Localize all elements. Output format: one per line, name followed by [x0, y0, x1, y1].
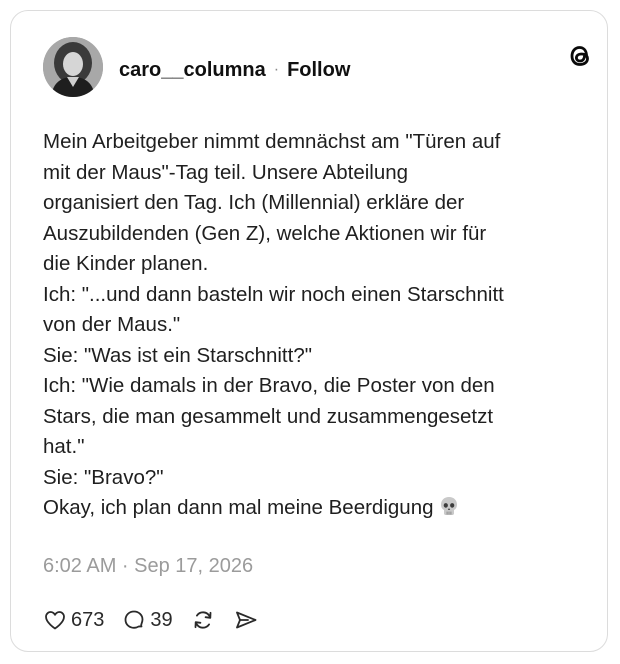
post-line: Ich: "Wie damals in der Bravo, die Poste… — [43, 374, 495, 397]
username-link[interactable]: caro__columna — [119, 59, 266, 82]
post-line: Sie: "Bravo?" — [43, 465, 164, 489]
post-text: Mein Arbeitgeber nimmt demnächst am "Tür… — [43, 127, 583, 524]
like-count: 673 — [71, 608, 105, 631]
separator-dot: · — [273, 61, 280, 78]
comment-icon — [122, 608, 146, 632]
post-line: Auszubildenden (Gen Z), welche Aktionen … — [43, 221, 487, 245]
like-button[interactable]: 673 — [43, 608, 104, 632]
repost-icon — [191, 608, 215, 632]
skull-icon — [438, 495, 460, 517]
post-line: Ich: "...und dann basteln wir noch einen… — [43, 282, 504, 306]
share-icon — [233, 608, 259, 632]
heart-icon — [43, 608, 67, 632]
share-button[interactable] — [233, 608, 259, 632]
action-bar: 673 39 — [43, 605, 277, 635]
post-line: Stars, die man gesammelt und zusammenges… — [43, 404, 494, 428]
post-line-text: Okay, ich plan dann mal meine Beerdigung — [43, 496, 434, 519]
post-line: hat." — [43, 435, 85, 458]
reply-count: 39 — [150, 608, 173, 631]
follow-button[interactable]: Follow — [287, 59, 350, 82]
post-line: organisiert den Tag. Ich (Millennial) er… — [43, 191, 465, 214]
post-line: Sie: "Was ist ein Starschnitt?" — [43, 343, 313, 367]
post-line: Mein Arbeitgeber nimmt demnächst am "Tür… — [43, 130, 501, 153]
threads-logo-icon[interactable] — [565, 41, 595, 71]
post-line: von der Maus." — [43, 313, 181, 336]
post-header: caro__columna · Follow — [119, 57, 350, 83]
avatar[interactable] — [43, 37, 103, 97]
post-line: mit der Maus"-Tag teil. Unsere Abteilung — [43, 160, 409, 184]
reply-button[interactable]: 39 — [122, 608, 173, 632]
threads-post-card: caro__columna · Follow Mein Arbeitgeber … — [10, 10, 608, 652]
post-timestamp: 6:02 AM · Sep 17, 2026 — [43, 555, 254, 577]
post-line: die Kinder planen. — [43, 252, 209, 275]
post-last-line: Okay, ich plan dann mal meine Beerdigung — [43, 493, 583, 524]
repost-button[interactable] — [191, 608, 215, 632]
